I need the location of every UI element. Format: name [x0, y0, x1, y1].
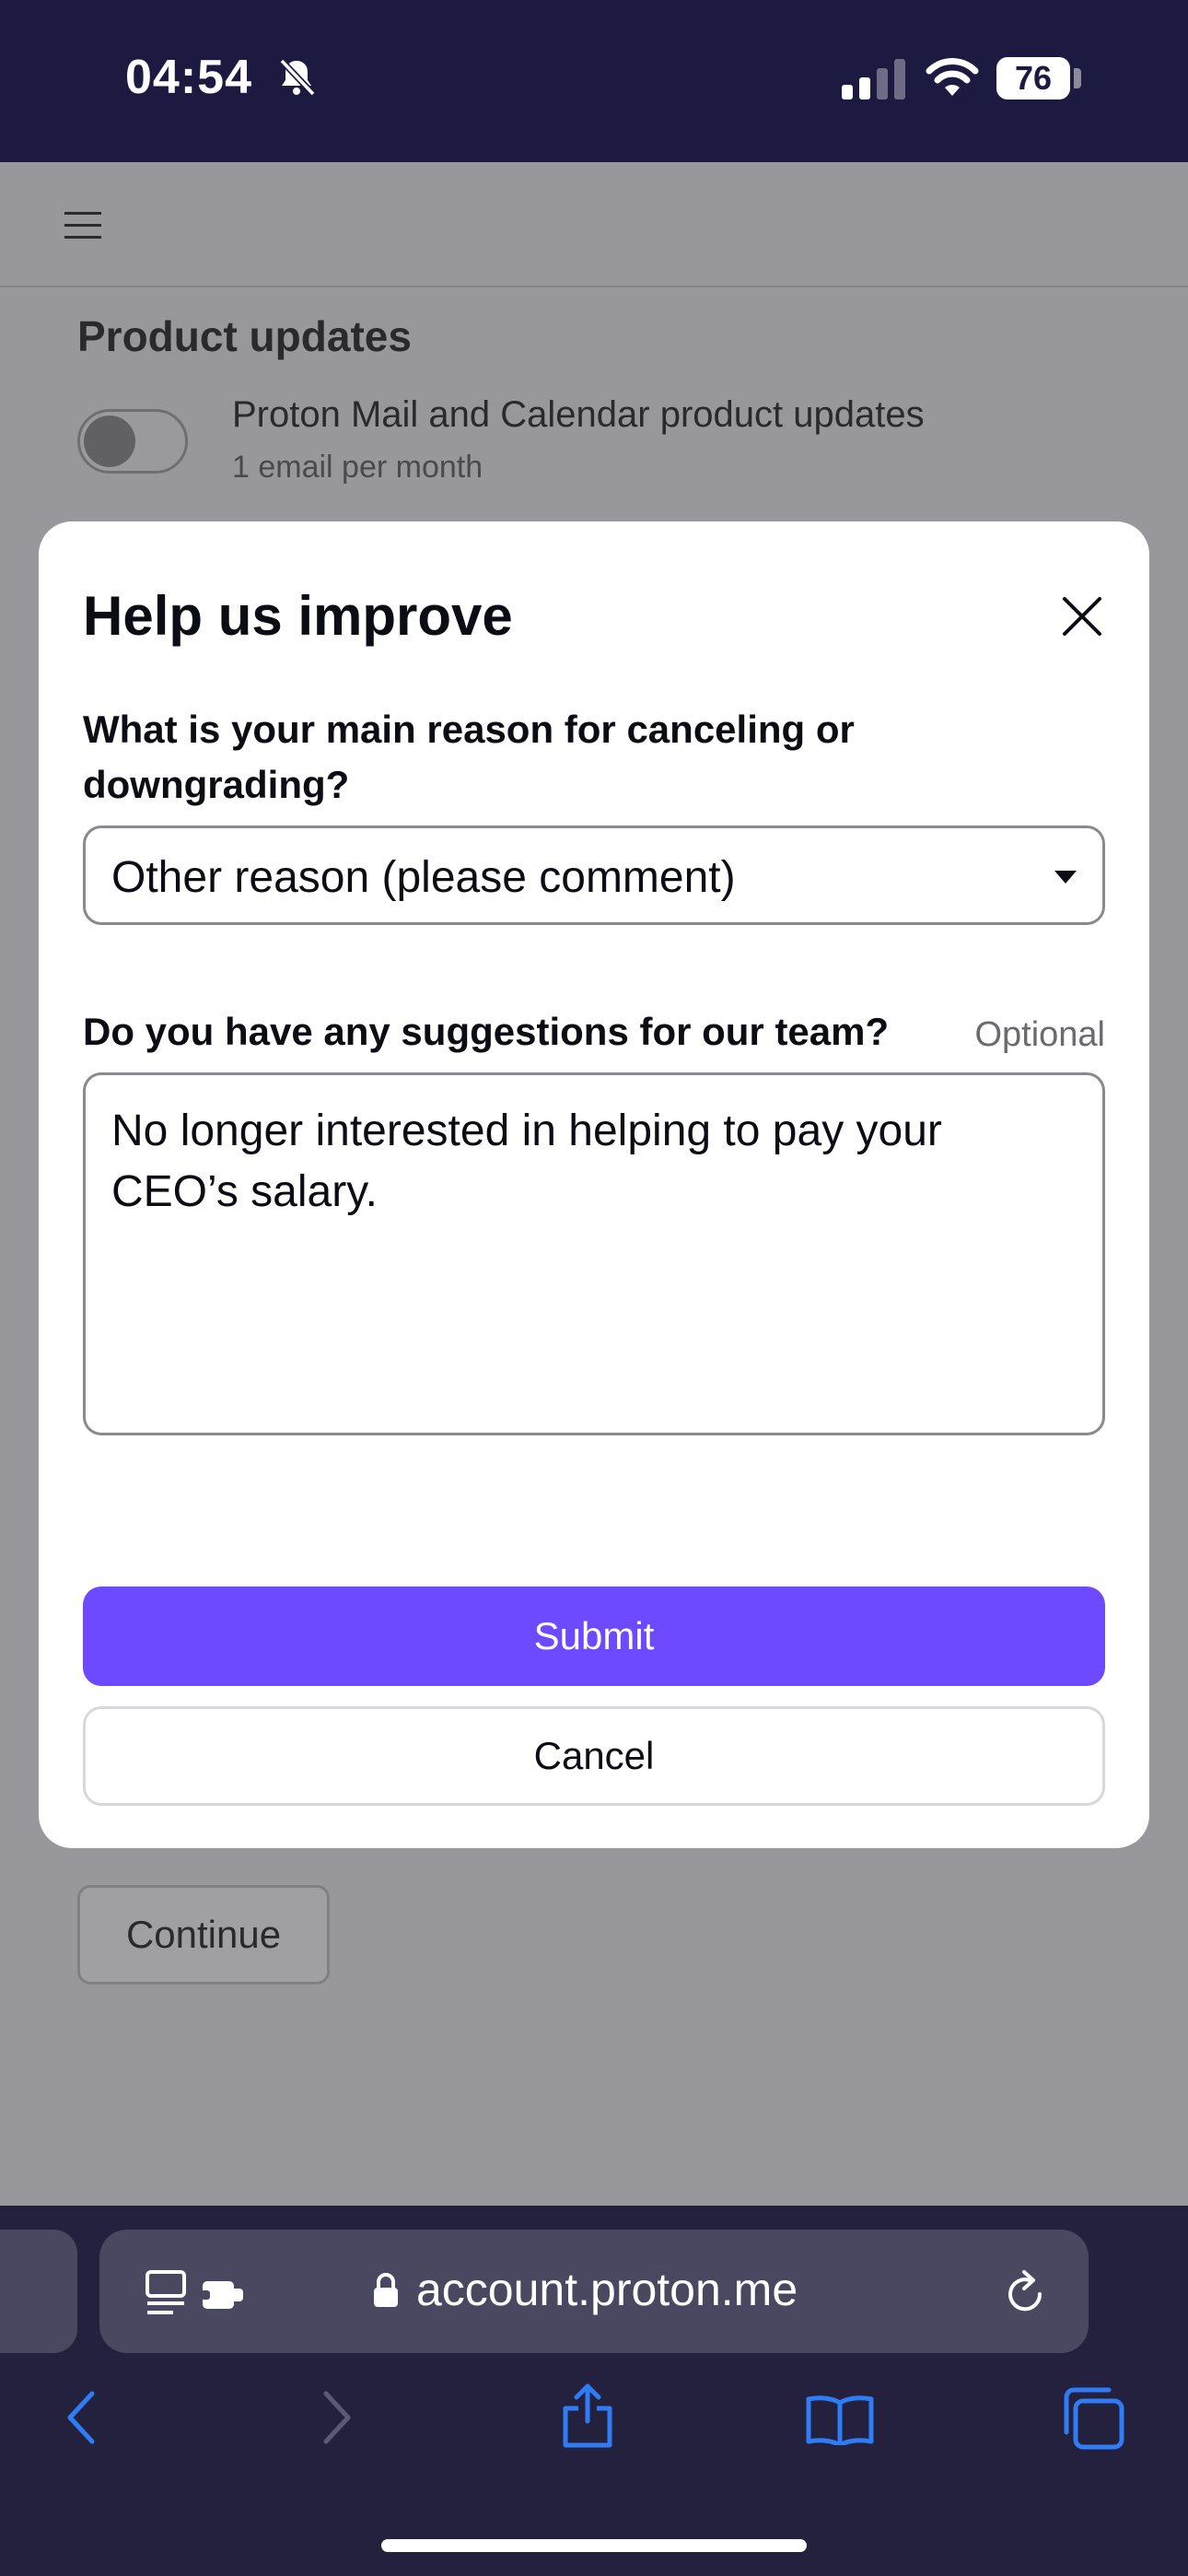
- status-bar: 04:54 76: [0, 0, 1188, 162]
- lock-icon: [374, 2273, 398, 2307]
- forward-icon[interactable]: [317, 2390, 357, 2445]
- reload-icon[interactable]: [1002, 2266, 1050, 2318]
- preference-label: Proton Mail and Calendar product updates: [232, 394, 925, 435]
- hamburger-icon[interactable]: [64, 210, 101, 241]
- close-icon[interactable]: [1061, 595, 1103, 638]
- caret-down-icon: [1054, 871, 1077, 884]
- tabs-icon[interactable]: [1061, 2386, 1125, 2451]
- toggle-knob: [84, 416, 135, 467]
- reason-select[interactable]: Other reason (please comment): [83, 825, 1105, 925]
- page-header: [0, 162, 1188, 287]
- status-time: 04:54: [125, 51, 252, 104]
- battery-tip: [1074, 68, 1081, 88]
- optional-label: Optional: [974, 1015, 1105, 1054]
- signal-icon: [842, 59, 905, 100]
- home-indicator[interactable]: [381, 2539, 807, 2552]
- browser-toolbar: account.proton.me: [0, 2206, 1188, 2576]
- section-title: Product updates: [77, 312, 412, 360]
- reader-extensions-icon[interactable]: [146, 2268, 247, 2316]
- bookmarks-icon[interactable]: [805, 2394, 875, 2445]
- suggestions-question-label: Do you have any suggestions for our team…: [83, 1010, 890, 1053]
- previous-tab-preview[interactable]: [0, 2230, 77, 2353]
- product-updates-toggle[interactable]: [77, 409, 188, 474]
- share-icon[interactable]: [560, 2383, 615, 2449]
- bell-slash-icon: [279, 58, 316, 97]
- wifi-icon: [926, 58, 979, 96]
- feedback-modal: Help us improve What is your main reason…: [39, 521, 1149, 1848]
- preference-sublabel: 1 email per month: [232, 450, 483, 485]
- url-text: account.proton.me: [416, 2264, 798, 2315]
- continue-button[interactable]: Continue: [77, 1885, 330, 1985]
- reason-question-label: What is your main reason for canceling o…: [83, 708, 855, 806]
- reason-select-value: Other reason (please comment): [111, 853, 736, 902]
- suggestions-textarea[interactable]: No longer interested in helping to pay y…: [83, 1072, 1105, 1435]
- cancel-button[interactable]: Cancel: [83, 1706, 1105, 1806]
- submit-button[interactable]: Submit: [83, 1587, 1105, 1686]
- back-icon[interactable]: [61, 2390, 101, 2445]
- battery-icon: 76: [996, 57, 1070, 100]
- modal-title: Help us improve: [83, 585, 513, 647]
- address-bar[interactable]: account.proton.me: [99, 2230, 1089, 2353]
